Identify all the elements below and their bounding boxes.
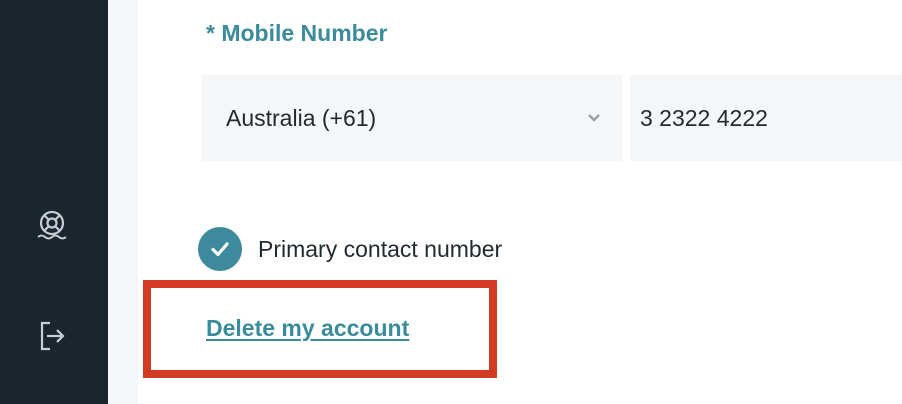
delete-account-link[interactable]: Delete my account: [206, 315, 409, 342]
account-settings-panel: * Mobile Number Australia (+61) Primary …: [138, 0, 902, 404]
sidebar: [0, 0, 108, 404]
primary-contact-label: Primary contact number: [258, 235, 503, 262]
primary-contact-checkbox[interactable]: Primary contact number: [198, 227, 502, 271]
lifebuoy-icon: [37, 210, 67, 240]
country-code-select[interactable]: Australia (+61): [202, 75, 622, 161]
app-window: * Mobile Number Australia (+61) Primary …: [0, 0, 902, 404]
mobile-number-label: * Mobile Number: [206, 20, 388, 46]
country-code-value: Australia (+61): [226, 104, 377, 131]
checkmark-icon: [211, 242, 229, 257]
logout-icon: [40, 321, 65, 351]
chevron-down-icon: [588, 114, 600, 122]
content-gutter: [108, 0, 138, 404]
logout-button[interactable]: [30, 314, 74, 358]
support-button[interactable]: [30, 203, 74, 247]
mobile-number-input[interactable]: [630, 75, 902, 161]
checkmark-circle-icon: [198, 227, 242, 271]
